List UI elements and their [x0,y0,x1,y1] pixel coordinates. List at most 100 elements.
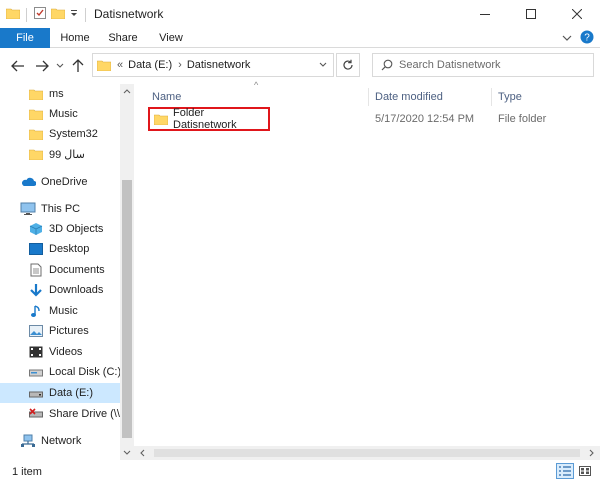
nav-item-label: 3D Objects [49,223,104,235]
folder-icon [28,86,44,102]
nav-item-label: Pictures [49,325,89,337]
address-bar[interactable]: « Data (E:) › Datisnetwork [92,53,334,77]
nav-item-sal-99[interactable]: سال 99 [0,144,120,164]
folder-icon [28,106,44,122]
nav-item-pictures[interactable]: Pictures [0,321,120,341]
title-bar: Datisnetwork [0,0,600,28]
breadcrumb-datisnetwork[interactable]: Datisnetwork [187,59,251,71]
tab-view[interactable]: View [150,28,192,48]
nav-item-videos[interactable]: Videos [0,342,120,362]
item-count: 1 item [12,466,42,478]
breadcrumb-data-e[interactable]: Data (E:) [128,59,172,71]
nav-item-3d-objects[interactable]: 3D Objects [0,219,120,239]
downloads-icon [28,282,44,298]
customize-qat-icon[interactable] [69,8,79,21]
address-dropdown-icon[interactable] [319,62,327,68]
back-button[interactable] [8,56,28,76]
nav-item-documents[interactable]: Documents [0,260,120,280]
minimize-icon [480,14,490,15]
address-overflow[interactable]: « [117,59,123,71]
3d-objects-icon [28,221,44,237]
column-header-name[interactable]: Name [152,86,181,108]
quick-access-toolbar [5,6,88,23]
nav-item-label: Desktop [49,243,90,255]
folder-icon [5,7,21,22]
large-icons-view-icon [579,466,591,476]
column-header-type[interactable]: Type [498,86,522,108]
music-icon [28,303,44,319]
refresh-button[interactable] [336,53,360,77]
nav-item-music[interactable]: Music [0,301,120,321]
column-header-date-modified[interactable]: Date modified [375,86,443,108]
scroll-right-icon[interactable] [589,449,595,457]
recent-locations-button[interactable] [54,56,66,76]
large-icons-view-button[interactable] [576,463,594,479]
tab-file[interactable]: File [0,28,50,48]
minimize-button[interactable] [462,0,508,28]
nav-item-network[interactable]: Network [0,431,120,451]
tab-share[interactable]: Share [102,28,144,48]
folder-icon [97,59,111,71]
search-box[interactable]: Search Datisnetwork [372,53,594,77]
window-title: Datisnetwork [94,7,164,21]
ribbon-tabs: File Home Share View ? [0,28,600,48]
scroll-left-icon[interactable] [139,449,145,457]
tab-home[interactable]: Home [54,28,96,48]
help-icon[interactable]: ? [580,30,594,47]
nav-item-this-pc[interactable]: This PC [0,199,120,219]
forward-button[interactable] [32,56,52,76]
maximize-icon [526,9,536,19]
nav-item-downloads[interactable]: Downloads [0,280,120,300]
nav-item-label: Network [41,435,82,447]
new-folder-icon[interactable] [50,7,66,22]
nav-item-label: Data (E:) [49,387,94,399]
nav-item-desktop[interactable]: Desktop [0,239,120,259]
details-view-icon [559,466,571,476]
properties-icon[interactable] [33,6,47,23]
highlighted-name-cell[interactable]: Folder Datisnetwork [148,107,270,131]
maximize-button[interactable] [508,0,554,28]
nav-item-onedrive[interactable]: OneDrive [0,172,120,192]
close-button[interactable] [554,0,600,28]
close-icon [572,9,582,19]
nav-item-label: OneDrive [41,176,88,188]
up-arrow-icon [72,59,84,72]
nav-item-ms[interactable]: ms [0,84,120,104]
search-input[interactable]: Search Datisnetwork [399,59,501,71]
file-list: ^ Name Date modified Type Folder Datisne… [134,80,600,460]
file-row[interactable]: Folder Datisnetwork 5/17/2020 12:54 PM F… [148,107,588,131]
nav-item-label: This PC [41,203,81,215]
expand-ribbon-icon[interactable] [562,33,572,45]
onedrive-icon [20,174,36,190]
nav-item-data-e[interactable]: Data (E:) [0,383,120,403]
up-button[interactable] [68,56,88,76]
network-icon [20,433,36,449]
nav-item-share-drive[interactable]: Share Drive (\\37 [0,404,120,424]
svg-text:?: ? [584,33,590,44]
nav-item-label: Videos [49,346,83,358]
refresh-icon [343,59,353,70]
breadcrumb-separator-icon[interactable]: › [178,59,182,71]
scroll-up-icon[interactable] [123,88,131,94]
nav-item-label: Share Drive (\\37 [49,408,120,420]
network-drive-icon [28,406,44,422]
nav-item-local-disk-c[interactable]: Local Disk (C:) [0,362,120,382]
nav-item-system32[interactable]: System32 [0,124,120,144]
scrollbar-thumb[interactable] [122,180,132,438]
nav-item-label: Documents [49,264,105,276]
pictures-icon [28,323,44,339]
nav-item-label: Music [49,108,78,120]
this-pc-icon [20,201,36,217]
status-bar: 1 item [0,460,600,482]
nav-item-label: Music [49,305,78,317]
scroll-down-icon[interactable] [123,450,131,456]
details-view-button[interactable] [556,463,574,479]
nav-item-label: Downloads [49,284,104,296]
nav-item-music-folder[interactable]: Music [0,104,120,124]
nav-item-label: ms [49,88,64,100]
navigation-pane: ms Music System32 سال 99 OneDrive This P… [0,84,134,460]
drive-icon [28,385,44,401]
scrollbar-thumb[interactable] [154,449,580,457]
navigation-pane-scrollbar[interactable] [120,84,134,460]
horizontal-scrollbar[interactable] [134,446,600,460]
